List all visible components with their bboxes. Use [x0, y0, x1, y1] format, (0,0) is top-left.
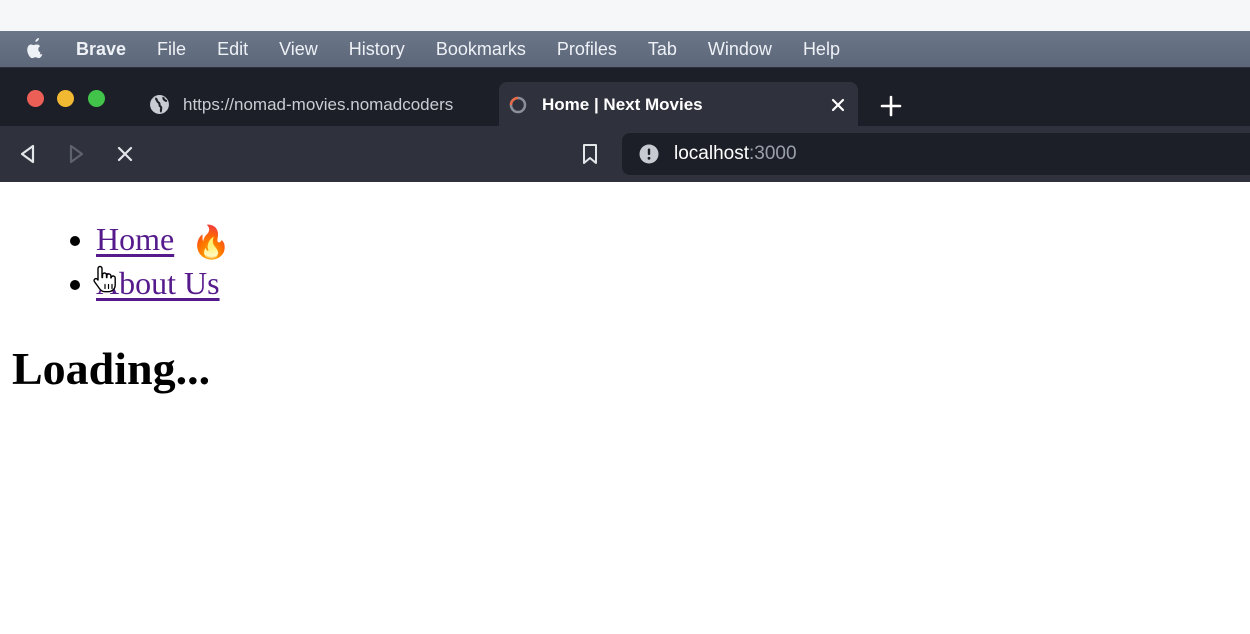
info-icon[interactable]: [639, 144, 659, 164]
home-link[interactable]: Home: [96, 221, 174, 257]
close-tab-icon[interactable]: [826, 93, 850, 117]
window-close-button[interactable]: [27, 90, 44, 107]
menu-bookmarks[interactable]: Bookmarks: [436, 39, 526, 60]
menu-help[interactable]: Help: [803, 39, 840, 60]
menu-file[interactable]: File: [157, 39, 186, 60]
screen-top-strip: [0, 0, 1250, 31]
apple-logo-icon[interactable]: [24, 37, 48, 61]
macos-menubar: Brave File Edit View History Bookmarks P…: [0, 31, 1250, 67]
url-host: localhost: [674, 143, 749, 164]
menu-profiles[interactable]: Profiles: [557, 39, 617, 60]
bookmark-icon[interactable]: [576, 140, 604, 168]
menu-history[interactable]: History: [349, 39, 405, 60]
address-bar[interactable]: localhost:3000: [622, 133, 1250, 175]
browser-tab-bar: https://nomad-movies.nomadcoders Home | …: [0, 67, 1250, 127]
globe-icon: [148, 94, 170, 116]
menu-view[interactable]: View: [279, 39, 318, 60]
back-arrow-icon[interactable]: [14, 140, 42, 168]
menu-edit[interactable]: Edit: [217, 39, 248, 60]
fire-emoji-icon: 🔥: [191, 224, 232, 260]
window-zoom-button[interactable]: [88, 90, 105, 107]
loading-heading: Loading...: [12, 343, 211, 394]
tab-title: https://nomad-movies.nomadcoders: [183, 94, 454, 114]
loading-favicon-icon: [507, 94, 529, 116]
forward-arrow-icon[interactable]: [62, 140, 90, 168]
menu-tab[interactable]: Tab: [648, 39, 677, 60]
menu-window[interactable]: Window: [708, 39, 772, 60]
tab-nomad-movies[interactable]: https://nomad-movies.nomadcoders: [140, 82, 495, 127]
tab-home-next-movies[interactable]: Home | Next Movies: [499, 82, 858, 127]
page-content: Home 🔥 About Us Loading...: [0, 182, 1250, 634]
menu-app-name[interactable]: Brave: [76, 39, 126, 60]
tab-title: Home | Next Movies: [542, 94, 703, 114]
new-tab-plus-icon[interactable]: [878, 93, 904, 119]
hand-pointer-cursor-icon: [93, 265, 116, 293]
stop-loading-icon[interactable]: [111, 140, 139, 168]
browser-toolbar: localhost:3000: [0, 126, 1250, 182]
url-port: :3000: [749, 143, 797, 164]
window-minimize-button[interactable]: [57, 90, 74, 107]
list-item: Home 🔥: [96, 219, 231, 263]
